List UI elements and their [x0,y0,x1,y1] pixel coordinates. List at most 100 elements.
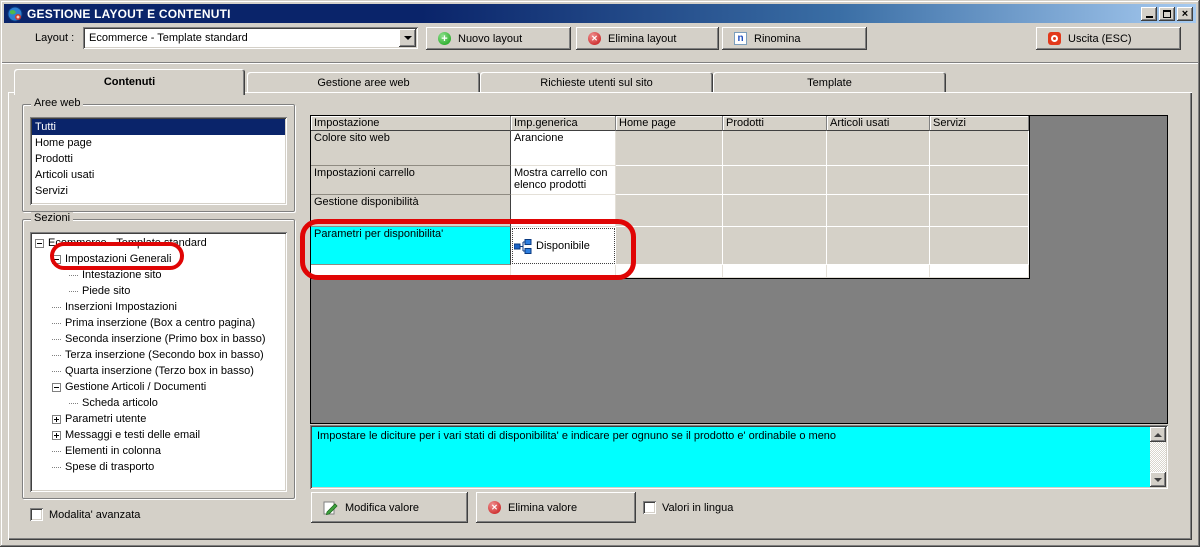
area-value-cell[interactable] [827,265,930,278]
delete-layout-button[interactable]: ✕ Elimina layout [576,27,719,50]
area-value-cell[interactable] [616,166,723,195]
table-row-empty [311,265,1029,278]
sezioni-label: Sezioni [31,212,74,224]
tree-item-gestione-articoli[interactable]: Gestione Articoli / Documenti [32,379,285,395]
setting-name-cell[interactable]: Impostazioni carrello [311,166,511,195]
expand-icon[interactable] [52,430,61,440]
list-item-prodotti[interactable]: Prodotti [32,151,285,167]
scroll-up-button[interactable] [1150,427,1166,442]
setting-name-cell[interactable] [311,265,511,278]
area-value-cell[interactable] [616,227,723,265]
generic-value-cell[interactable] [511,195,616,227]
generic-value-cell-selected[interactable]: Disponibile [511,227,616,265]
hierarchy-icon [514,238,532,254]
tree-item-terza-inserzione[interactable]: Terza inserzione (Secondo box in basso) [32,347,285,363]
table-row: Impostazioni carrello Mostra carrello co… [311,166,1029,195]
grid-header-row: Impostazione Imp.generica Home page Prod… [311,116,1029,131]
scroll-down-button[interactable] [1150,472,1166,487]
titlebar: GESTIONE LAYOUT E CONTENUTI × [4,4,1196,23]
aree-web-listbox[interactable]: Tutti Home page Prodotti Articoli usati … [30,117,287,205]
area-value-cell[interactable] [616,265,723,278]
area-value-cell[interactable] [827,131,930,166]
tree-item-piede-sito[interactable]: Piede sito [32,283,285,299]
tree-item-prima-inserzione[interactable]: Prima inserzione (Box a centro pagina) [32,315,285,331]
area-value-cell[interactable] [616,131,723,166]
setting-name-cell[interactable]: Gestione disponibilità [311,195,511,227]
tree-item-quarta-inserzione[interactable]: Quarta inserzione (Terzo box in basso) [32,363,285,379]
new-layout-button[interactable]: + Nuovo layout [426,27,571,50]
description-scrollbar[interactable] [1150,427,1166,487]
window-title: GESTIONE LAYOUT E CONTENUTI [27,6,231,21]
values-in-language-row: Valori in lingua [643,501,733,514]
combobox-dropdown-button[interactable] [399,29,416,47]
area-value-cell[interactable] [930,195,1029,227]
tree-item-spese-di-trasporto[interactable]: Spese di trasporto [32,459,285,475]
area-value-cell[interactable] [827,195,930,227]
tree-item-elementi-in-colonna[interactable]: Elementi in colonna [32,443,285,459]
area-value-cell[interactable] [827,227,930,265]
close-button[interactable]: × [1177,6,1193,21]
area-value-cell[interactable] [723,195,827,227]
exit-button[interactable]: Uscita (ESC) [1036,27,1181,50]
rename-button[interactable]: n Rinomina [722,27,867,50]
advanced-mode-checkbox[interactable] [30,508,43,521]
tree-item-seconda-inserzione[interactable]: Seconda inserzione (Primo box in basso) [32,331,285,347]
maximize-button[interactable] [1159,6,1175,21]
generic-value-cell[interactable]: Mostra carrello con elenco prodotti [511,166,616,195]
generic-value-cell[interactable]: Arancione [511,131,616,166]
area-value-cell[interactable] [616,195,723,227]
sezioni-groupbox: Sezioni Ecommerce - Template standard Im… [22,212,295,499]
area-value-cell[interactable] [930,265,1029,278]
delete-value-button[interactable]: ✕ Elimina valore [476,492,636,523]
list-item-servizi[interactable]: Servizi [32,183,285,199]
area-value-cell[interactable] [723,265,827,278]
tab-richieste-utenti[interactable]: Richieste utenti sul sito [480,72,713,93]
table-row: Colore sito web Arancione [311,131,1029,166]
x-circle-icon: ✕ [588,32,601,45]
collapse-icon[interactable] [52,254,61,264]
contenuti-panel: Aree web Tutti Home page Prodotti Artico… [8,92,1192,540]
tree-item-parametri-utente[interactable]: Parametri utente [32,411,285,427]
tree-connector [52,354,61,356]
tab-gestione-aree-web[interactable]: Gestione aree web [247,72,480,93]
layout-combobox[interactable]: Ecommerce - Template standard [83,27,418,49]
tree-item-inserzioni-impostazioni[interactable]: Inserzioni Impostazioni [32,299,285,315]
setting-name-cell[interactable]: Colore sito web [311,131,511,166]
power-icon [1048,32,1061,45]
area-value-cell[interactable] [930,131,1029,166]
table-row: Gestione disponibilità [311,195,1029,227]
tree-connector [69,274,78,276]
aree-web-groupbox: Aree web Tutti Home page Prodotti Artico… [22,97,295,212]
tree-item-scheda-articolo[interactable]: Scheda articolo [32,395,285,411]
column-header: Imp.generica [511,116,616,131]
minimize-icon [1145,16,1153,18]
collapse-icon[interactable] [52,382,61,392]
tab-template[interactable]: Template [713,72,946,93]
tree-item-intestazione-sito[interactable]: Intestazione sito [32,267,285,283]
area-value-cell[interactable] [930,166,1029,195]
generic-value-cell[interactable] [511,265,616,278]
area-value-cell[interactable] [723,166,827,195]
setting-name-cell[interactable]: Parametri per disponibilita' [311,227,511,265]
list-item-articoli-usati[interactable]: Articoli usati [32,167,285,183]
tree-item-impostazioni-generali[interactable]: Impostazioni Generali [32,251,285,267]
area-value-cell[interactable] [827,166,930,195]
expand-icon[interactable] [52,414,61,424]
area-value-cell[interactable] [930,227,1029,265]
minimize-button[interactable] [1141,6,1157,21]
list-item-tutti[interactable]: Tutti [32,119,285,135]
values-in-language-checkbox[interactable] [643,501,656,514]
tree-item-ecommerce-template[interactable]: Ecommerce - Template standard [32,235,285,251]
sezioni-tree[interactable]: Ecommerce - Template standard Impostazio… [30,232,287,492]
tab-contenuti[interactable]: Contenuti [14,69,245,95]
list-item-home-page[interactable]: Home page [32,135,285,151]
column-header: Servizi [930,116,1029,131]
tree-connector [69,402,78,404]
area-value-cell[interactable] [723,227,827,265]
edit-value-button[interactable]: Modifica valore [311,492,468,523]
collapse-icon[interactable] [35,238,44,248]
values-in-language-label: Valori in lingua [662,501,734,514]
toolbar-separator [2,62,1198,64]
tree-item-messaggi-email[interactable]: Messaggi e testi delle email [32,427,285,443]
area-value-cell[interactable] [723,131,827,166]
